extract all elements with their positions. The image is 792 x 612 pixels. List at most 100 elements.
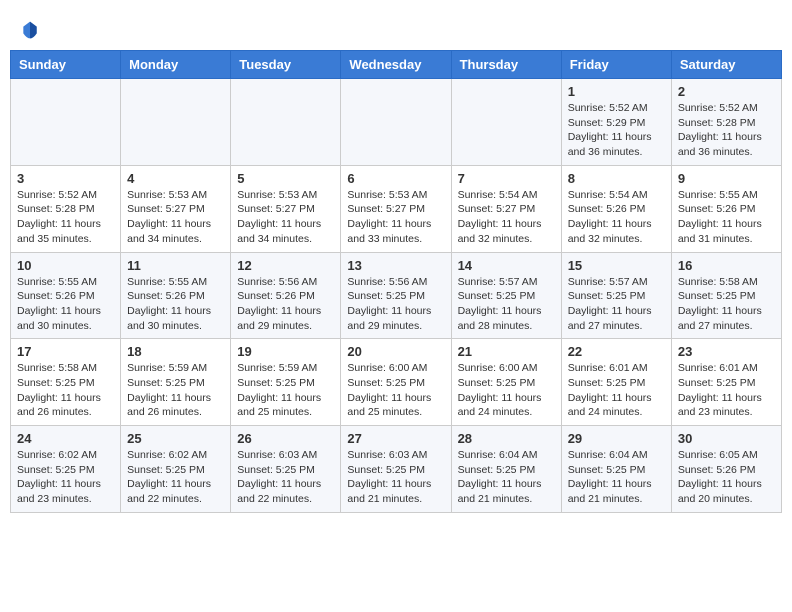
day-number: 29 bbox=[568, 431, 665, 446]
day-number: 24 bbox=[17, 431, 114, 446]
day-info: Sunrise: 5:56 AM Sunset: 5:26 PM Dayligh… bbox=[237, 275, 334, 334]
day-info: Sunrise: 6:00 AM Sunset: 5:25 PM Dayligh… bbox=[347, 361, 444, 420]
day-cell bbox=[451, 79, 561, 166]
day-cell: 28 Sunrise: 6:04 AM Sunset: 5:25 PM Dayli… bbox=[451, 426, 561, 513]
day-number: 11 bbox=[127, 258, 224, 273]
weekday-header-sunday: Sunday bbox=[11, 51, 121, 79]
day-info: Sunrise: 5:58 AM Sunset: 5:25 PM Dayligh… bbox=[17, 361, 114, 420]
logo-icon bbox=[20, 20, 40, 40]
day-cell: 7 Sunrise: 5:54 AM Sunset: 5:27 PM Daylig… bbox=[451, 165, 561, 252]
day-cell bbox=[341, 79, 451, 166]
day-info: Sunrise: 5:54 AM Sunset: 5:26 PM Dayligh… bbox=[568, 188, 665, 247]
day-cell: 18 Sunrise: 5:59 AM Sunset: 5:25 PM Dayli… bbox=[121, 339, 231, 426]
weekday-header-saturday: Saturday bbox=[671, 51, 781, 79]
day-info: Sunrise: 5:56 AM Sunset: 5:25 PM Dayligh… bbox=[347, 275, 444, 334]
day-info: Sunrise: 6:02 AM Sunset: 5:25 PM Dayligh… bbox=[127, 448, 224, 507]
day-info: Sunrise: 5:55 AM Sunset: 5:26 PM Dayligh… bbox=[678, 188, 775, 247]
day-info: Sunrise: 6:02 AM Sunset: 5:25 PM Dayligh… bbox=[17, 448, 114, 507]
day-info: Sunrise: 5:52 AM Sunset: 5:29 PM Dayligh… bbox=[568, 101, 665, 160]
day-info: Sunrise: 6:00 AM Sunset: 5:25 PM Dayligh… bbox=[458, 361, 555, 420]
day-cell: 10Sunrise: 5:55 AM Sunset: 5:26 PM Dayli… bbox=[11, 252, 121, 339]
day-cell: 21 Sunrise: 6:00 AM Sunset: 5:25 PM Dayli… bbox=[451, 339, 561, 426]
day-number: 28 bbox=[458, 431, 555, 446]
day-info: Sunrise: 5:52 AM Sunset: 5:28 PM Dayligh… bbox=[17, 188, 114, 247]
day-number: 7 bbox=[458, 171, 555, 186]
day-number: 15 bbox=[568, 258, 665, 273]
day-info: Sunrise: 5:53 AM Sunset: 5:27 PM Dayligh… bbox=[127, 188, 224, 247]
day-cell: 6 Sunrise: 5:53 AM Sunset: 5:27 PM Daylig… bbox=[341, 165, 451, 252]
day-info: Sunrise: 5:53 AM Sunset: 5:27 PM Dayligh… bbox=[237, 188, 334, 247]
weekday-header-friday: Friday bbox=[561, 51, 671, 79]
day-number: 19 bbox=[237, 344, 334, 359]
day-info: Sunrise: 5:52 AM Sunset: 5:28 PM Dayligh… bbox=[678, 101, 775, 160]
day-number: 9 bbox=[678, 171, 775, 186]
day-cell bbox=[231, 79, 341, 166]
day-cell: 9 Sunrise: 5:55 AM Sunset: 5:26 PM Daylig… bbox=[671, 165, 781, 252]
day-number: 17 bbox=[17, 344, 114, 359]
day-info: Sunrise: 6:03 AM Sunset: 5:25 PM Dayligh… bbox=[237, 448, 334, 507]
day-number: 22 bbox=[568, 344, 665, 359]
day-cell: 4 Sunrise: 5:53 AM Sunset: 5:27 PM Daylig… bbox=[121, 165, 231, 252]
day-info: Sunrise: 6:01 AM Sunset: 5:25 PM Dayligh… bbox=[678, 361, 775, 420]
day-number: 5 bbox=[237, 171, 334, 186]
day-number: 14 bbox=[458, 258, 555, 273]
day-cell: 27 Sunrise: 6:03 AM Sunset: 5:25 PM Dayli… bbox=[341, 426, 451, 513]
day-info: Sunrise: 5:54 AM Sunset: 5:27 PM Dayligh… bbox=[458, 188, 555, 247]
day-number: 4 bbox=[127, 171, 224, 186]
day-info: Sunrise: 6:04 AM Sunset: 5:25 PM Dayligh… bbox=[458, 448, 555, 507]
day-info: Sunrise: 5:53 AM Sunset: 5:27 PM Dayligh… bbox=[347, 188, 444, 247]
day-cell: 2 Sunrise: 5:52 AM Sunset: 5:28 PM Daylig… bbox=[671, 79, 781, 166]
day-number: 3 bbox=[17, 171, 114, 186]
day-info: Sunrise: 6:01 AM Sunset: 5:25 PM Dayligh… bbox=[568, 361, 665, 420]
day-cell: 5 Sunrise: 5:53 AM Sunset: 5:27 PM Daylig… bbox=[231, 165, 341, 252]
day-number: 21 bbox=[458, 344, 555, 359]
day-number: 30 bbox=[678, 431, 775, 446]
weekday-header-wednesday: Wednesday bbox=[341, 51, 451, 79]
day-cell: 3 Sunrise: 5:52 AM Sunset: 5:28 PM Daylig… bbox=[11, 165, 121, 252]
weekday-header-monday: Monday bbox=[121, 51, 231, 79]
day-info: Sunrise: 5:59 AM Sunset: 5:25 PM Dayligh… bbox=[127, 361, 224, 420]
day-number: 20 bbox=[347, 344, 444, 359]
day-info: Sunrise: 6:04 AM Sunset: 5:25 PM Dayligh… bbox=[568, 448, 665, 507]
day-info: Sunrise: 5:57 AM Sunset: 5:25 PM Dayligh… bbox=[458, 275, 555, 334]
day-number: 27 bbox=[347, 431, 444, 446]
day-cell: 20 Sunrise: 6:00 AM Sunset: 5:25 PM Dayli… bbox=[341, 339, 451, 426]
day-cell: 11 Sunrise: 5:55 AM Sunset: 5:26 PM Dayli… bbox=[121, 252, 231, 339]
day-info: Sunrise: 5:58 AM Sunset: 5:25 PM Dayligh… bbox=[678, 275, 775, 334]
day-number: 12 bbox=[237, 258, 334, 273]
day-cell: 24 Sunrise: 6:02 AM Sunset: 5:25 PM Dayli… bbox=[11, 426, 121, 513]
day-number: 2 bbox=[678, 84, 775, 99]
day-number: 8 bbox=[568, 171, 665, 186]
day-cell: 12 Sunrise: 5:56 AM Sunset: 5:26 PM Dayli… bbox=[231, 252, 341, 339]
day-number: 10 bbox=[17, 258, 114, 273]
day-cell: 30Sunrise: 6:05 AM Sunset: 5:26 PM Dayli… bbox=[671, 426, 781, 513]
calendar: SundayMondayTuesdayWednesdayThursdayFrid… bbox=[10, 50, 782, 513]
weekday-header-tuesday: Tuesday bbox=[231, 51, 341, 79]
day-cell: 14 Sunrise: 5:57 AM Sunset: 5:25 PM Dayli… bbox=[451, 252, 561, 339]
day-cell: 26 Sunrise: 6:03 AM Sunset: 5:25 PM Dayli… bbox=[231, 426, 341, 513]
day-number: 1 bbox=[568, 84, 665, 99]
day-number: 18 bbox=[127, 344, 224, 359]
day-number: 26 bbox=[237, 431, 334, 446]
day-info: Sunrise: 5:55 AM Sunset: 5:26 PM Dayligh… bbox=[127, 275, 224, 334]
day-cell: 16Sunrise: 5:58 AM Sunset: 5:25 PM Dayli… bbox=[671, 252, 781, 339]
day-cell: 19 Sunrise: 5:59 AM Sunset: 5:25 PM Dayli… bbox=[231, 339, 341, 426]
day-number: 13 bbox=[347, 258, 444, 273]
page-header bbox=[10, 10, 782, 45]
week-row-2: 3 Sunrise: 5:52 AM Sunset: 5:28 PM Daylig… bbox=[11, 165, 782, 252]
weekday-header-row: SundayMondayTuesdayWednesdayThursdayFrid… bbox=[11, 51, 782, 79]
day-cell bbox=[121, 79, 231, 166]
day-number: 25 bbox=[127, 431, 224, 446]
day-info: Sunrise: 6:03 AM Sunset: 5:25 PM Dayligh… bbox=[347, 448, 444, 507]
week-row-5: 24 Sunrise: 6:02 AM Sunset: 5:25 PM Dayli… bbox=[11, 426, 782, 513]
day-info: Sunrise: 5:59 AM Sunset: 5:25 PM Dayligh… bbox=[237, 361, 334, 420]
logo bbox=[20, 20, 44, 40]
day-cell: 22 Sunrise: 6:01 AM Sunset: 5:25 PM Dayli… bbox=[561, 339, 671, 426]
day-cell bbox=[11, 79, 121, 166]
day-cell: 1 Sunrise: 5:52 AM Sunset: 5:29 PM Daylig… bbox=[561, 79, 671, 166]
day-number: 6 bbox=[347, 171, 444, 186]
day-cell: 15Sunrise: 5:57 AM Sunset: 5:25 PM Dayli… bbox=[561, 252, 671, 339]
week-row-3: 10 Sunrise: 5:55 AM Sunset: 5:26 PM Dayli… bbox=[11, 252, 782, 339]
day-cell: 17 Sunrise: 5:58 AM Sunset: 5:25 PM Dayli… bbox=[11, 339, 121, 426]
day-cell: 25 Sunrise: 6:02 AM Sunset: 5:25 PM Dayli… bbox=[121, 426, 231, 513]
